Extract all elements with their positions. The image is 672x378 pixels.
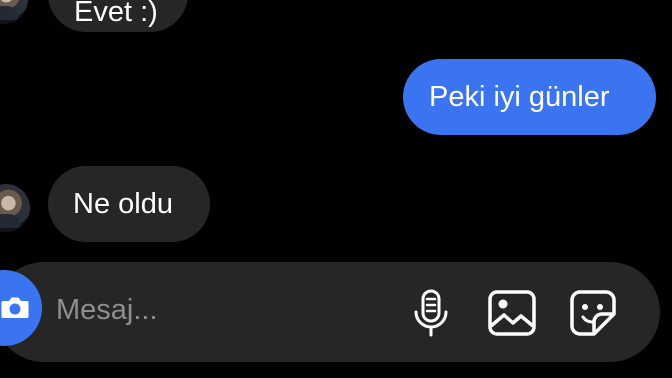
chat-screen: Evet :) Peki iyi günler Ne oldu Mesaj... [0,0,672,378]
sticker-icon [570,290,616,336]
message-text: Peki iyi günler [429,80,610,113]
gallery-button[interactable] [487,288,537,338]
message-bubble-incoming[interactable]: Evet :) [48,0,188,32]
message-input[interactable]: Mesaj... [56,294,158,327]
microphone-button[interactable] [406,288,456,338]
message-bubble-incoming[interactable]: Ne oldu [48,166,210,242]
message-text: Ne oldu [73,187,173,220]
message-bubble-outgoing[interactable]: Peki iyi günler [403,59,656,135]
sticker-button[interactable] [568,288,618,338]
camera-icon [1,297,29,318]
microphone-icon [414,289,448,337]
message-text: Evet :) [74,0,158,28]
gallery-icon [488,290,536,336]
sender-avatar[interactable] [0,184,30,232]
sender-avatar[interactable] [0,0,28,24]
